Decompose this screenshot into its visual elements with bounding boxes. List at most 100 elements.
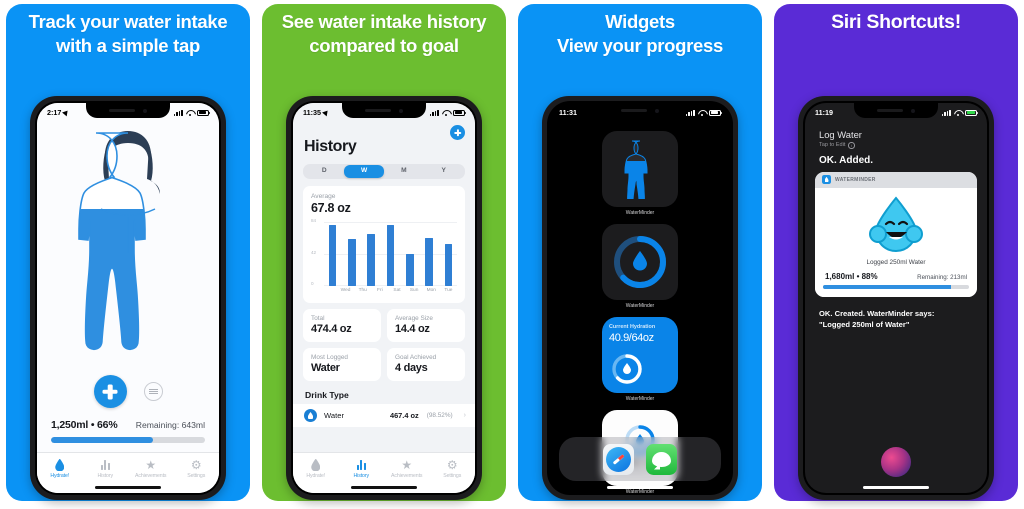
x-label: Thu: [358, 288, 367, 293]
tab-label: Achievements: [391, 473, 423, 479]
tab-hydrate[interactable]: Hydrate!: [37, 458, 83, 479]
segment-year[interactable]: Y: [424, 165, 464, 177]
segment-month[interactable]: M: [384, 165, 424, 177]
stat-label: Average Size: [395, 315, 433, 322]
phone-bezel: 11:19 Log Water Tap to Edit i OK. Added.…: [803, 101, 989, 495]
stat-value: Water: [311, 362, 340, 374]
tab-history[interactable]: History: [83, 458, 129, 479]
tab-label: Hydrate!: [306, 473, 326, 479]
siri-result-card[interactable]: WATERMINDER Logged 250ml Water 1,680ml •…: [815, 171, 977, 298]
action-buttons-row: [37, 375, 219, 408]
dock: [559, 437, 721, 481]
widget-current-hydration[interactable]: Current Hydration 40.9/64oz: [602, 317, 678, 393]
shortcut-subtitle[interactable]: Tap to Edit i: [819, 142, 987, 149]
siri-orb-icon[interactable]: [881, 447, 911, 477]
status-time-group: 2:17: [47, 108, 71, 117]
status-time: 2:17: [47, 108, 62, 117]
chevron-right-icon: ›: [463, 412, 466, 419]
cellular-bars-icon: [173, 109, 183, 116]
card-progress-bar: [823, 284, 969, 290]
stat-card-average-size: Average Size 14.4 oz: [387, 309, 465, 342]
progress-ring-icon: [614, 236, 666, 288]
segment-day[interactable]: D: [304, 165, 344, 177]
gear-icon: ⚙: [190, 457, 202, 472]
list-lines-icon: [148, 387, 158, 395]
period-segmented-control[interactable]: D W M Y: [303, 164, 465, 179]
tab-settings[interactable]: ⚙ Settings: [174, 457, 220, 480]
wifi-icon: [186, 110, 194, 116]
stats-row-1: Total 474.4 oz Average Size 14.4 oz: [303, 309, 465, 342]
status-time-group: 11:35: [303, 108, 330, 117]
add-entry-button[interactable]: [450, 125, 465, 140]
stat-label: Total: [311, 315, 325, 322]
headline-line-1: Track your water intake: [28, 11, 228, 32]
bar-column: [382, 220, 399, 286]
safari-compass-icon[interactable]: [603, 443, 634, 475]
siri-response: OK. Created. WaterMinder says: "Logged 2…: [819, 308, 973, 330]
panel-siri-shortcuts: Siri Shortcuts! 11:19 Log Water Tap to E…: [768, 0, 1024, 509]
shortcut-header: Log Water Tap to Edit i: [805, 123, 987, 149]
widget-label: Current Hydration: [609, 324, 656, 330]
widget-ring-dark[interactable]: [602, 224, 678, 300]
tab-achievements[interactable]: ★ Achievements: [384, 457, 430, 480]
hydration-progress-bar: [51, 437, 205, 443]
battery-icon: [965, 109, 979, 116]
bar-column: [420, 220, 437, 286]
cellular-bars-icon: [685, 109, 695, 116]
tab-settings[interactable]: ⚙ Settings: [430, 458, 476, 480]
drink-amount: 467.4 oz: [389, 411, 419, 420]
logged-text: Logged 250ml Water: [866, 258, 926, 266]
tab-hydrate[interactable]: Hydrate!: [293, 458, 339, 479]
phone-mockup: 2:17 1,250ml • 66% Remaining: 643ml Hydr…: [30, 96, 226, 500]
phone-mockup: 11:31 WaterMinder WaterMinder Current Hy…: [542, 96, 738, 500]
widget-value: 40.9/64oz: [609, 332, 654, 344]
status-indicators: [429, 109, 467, 116]
panel-headline: See water intake history compared to goa…: [266, 10, 502, 57]
progress-ring-icon: [612, 354, 642, 384]
phone-bezel: 11:31 WaterMinder WaterMinder Current Hy…: [547, 101, 733, 495]
widget-app-name: WaterMinder: [625, 210, 655, 216]
tab-label: History: [97, 473, 114, 479]
segment-week[interactable]: W: [344, 165, 385, 178]
headline-line-1: See water intake history: [281, 11, 487, 32]
star-icon: ★: [401, 457, 413, 472]
x-label: Fri: [377, 288, 383, 293]
shortcut-subtitle-text: Tap to Edit: [819, 142, 846, 149]
intake-summary: 1,250ml • 66% Remaining: 643ml: [51, 419, 205, 431]
app-store-screenshot-gallery: Track your water intake with a simple ta…: [0, 0, 1024, 509]
cellular-bars-icon: [429, 109, 439, 116]
siri-screen: 11:19 Log Water Tap to Edit i OK. Added.…: [805, 103, 987, 493]
panel-history: See water intake history compared to goa…: [256, 0, 512, 509]
widget-app-name: WaterMinder: [625, 396, 655, 402]
human-body-hydration-figure: [78, 131, 160, 351]
siri-response-line-1: OK. Created. WaterMinder says:: [819, 309, 935, 319]
battery-icon: [709, 109, 723, 116]
battery-icon: [453, 109, 467, 116]
phone-bezel: 2:17 1,250ml • 66% Remaining: 643ml Hydr…: [35, 101, 221, 495]
drink-type-row[interactable]: Water 467.4 oz (98.52%) ›: [293, 404, 475, 427]
bar-chart-icon: [83, 458, 129, 471]
tab-history[interactable]: History: [339, 458, 385, 479]
home-indicator: [95, 485, 161, 489]
stat-card-goal-achieved: Goal Achieved 4 days: [387, 348, 465, 381]
headline-line-1: Widgets: [605, 11, 675, 32]
status-time: 11:19: [815, 108, 833, 117]
status-time: 11:35: [303, 108, 321, 117]
siri-response-line-2: "Logged 250ml of Water": [819, 320, 910, 330]
wifi-icon: [698, 110, 706, 116]
messages-bubble-icon[interactable]: [646, 443, 677, 475]
widget-body-figure[interactable]: [602, 131, 678, 207]
history-list-button[interactable]: [143, 382, 163, 401]
tab-label: Hydrate!: [50, 473, 70, 479]
drink-name: Water: [324, 411, 344, 420]
average-chart-card: Average 67.8 oz 84 42 0 Wed Thu Fri Sat …: [303, 186, 465, 303]
battery-icon: [197, 109, 211, 116]
plus-button[interactable]: [93, 375, 127, 408]
bar-column: [440, 220, 457, 286]
card-app-name: WATERMINDER: [835, 176, 876, 183]
phone-mockup: 11:19 Log Water Tap to Edit i OK. Added.…: [798, 96, 994, 500]
tab-achievements[interactable]: ★ Achievements: [128, 458, 174, 480]
home-indicator: [607, 485, 673, 489]
home-screen-widgets: 11:31 WaterMinder WaterMinder Current Hy…: [549, 103, 731, 493]
status-time-group: 11:19: [815, 108, 833, 117]
